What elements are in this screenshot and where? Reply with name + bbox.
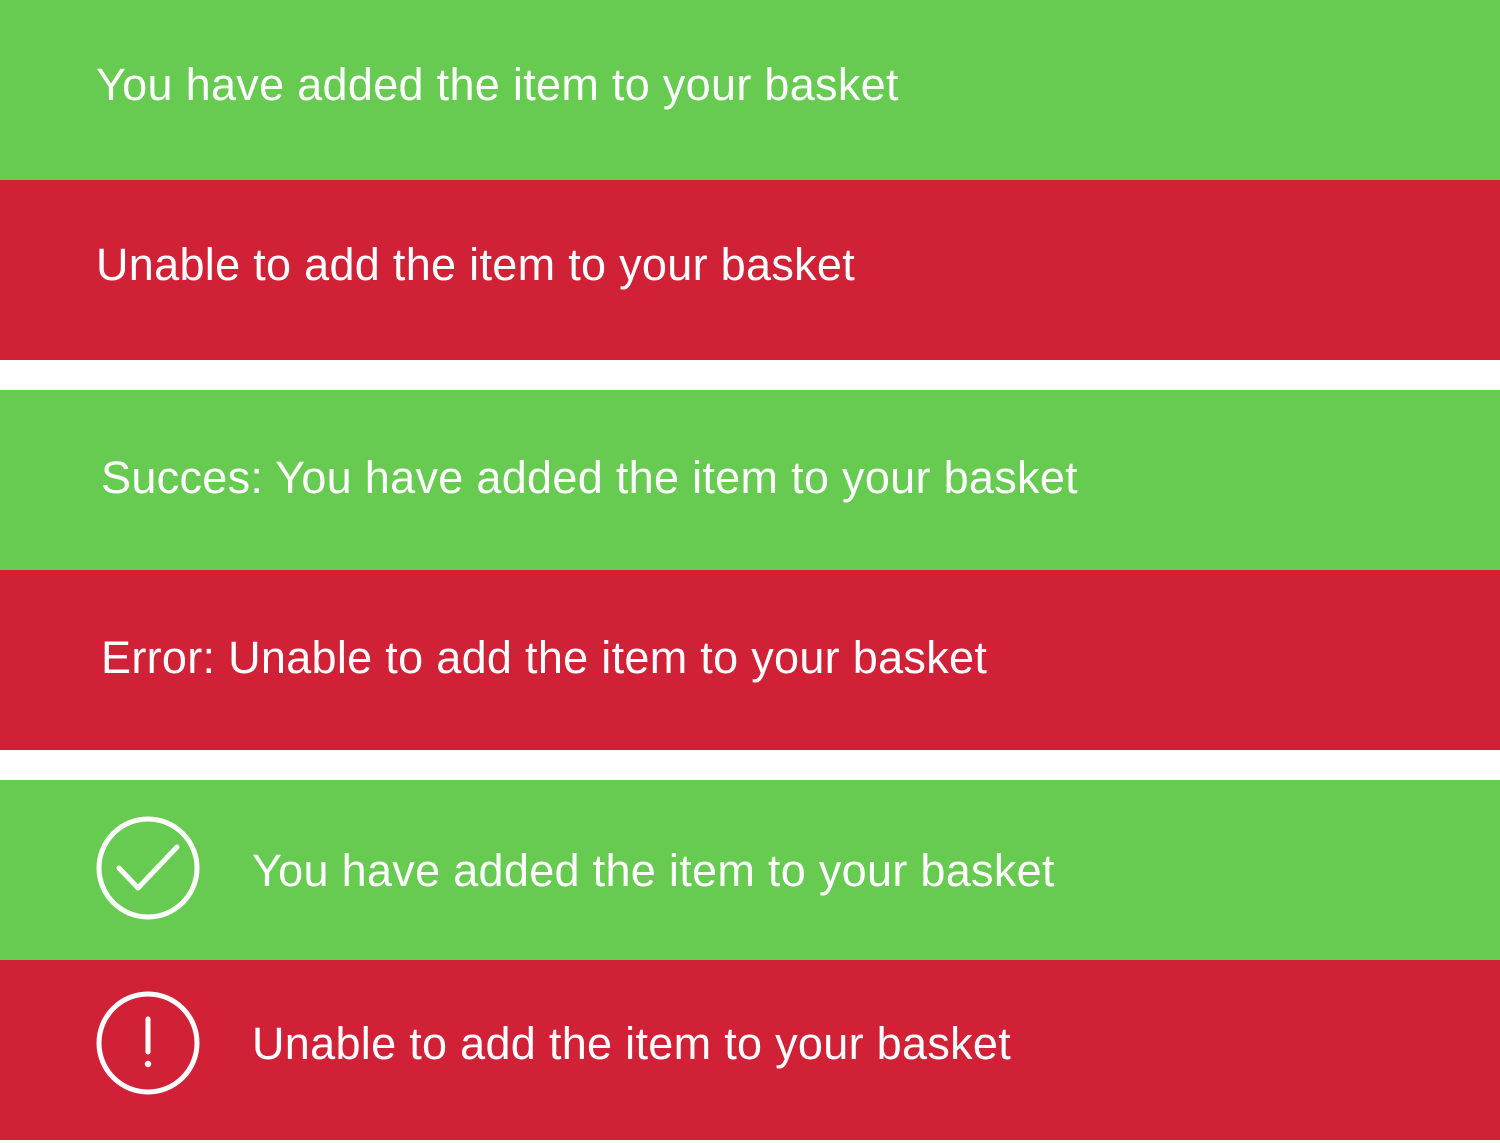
error-message: Unable to add the item to your basket xyxy=(96,239,856,290)
exclamation-circle-icon xyxy=(96,991,200,1095)
success-message-prefixed: Succes: You have added the item to your … xyxy=(101,451,1078,503)
success-message-with-icon: You have added the item to your basket xyxy=(252,845,1055,896)
check-circle-icon xyxy=(96,816,200,920)
success-banner-plain: You have added the item to your basket xyxy=(0,0,1500,180)
error-banner-prefixed: Error: Unable to add the item to your ba… xyxy=(0,570,1500,750)
success-banner-with-icon: You have added the item to your basket xyxy=(0,780,1500,960)
error-banner-plain: Unable to add the item to your basket xyxy=(0,180,1500,360)
success-banner-prefixed: Succes: You have added the item to your … xyxy=(0,390,1500,570)
error-message-prefixed: Error: Unable to add the item to your ba… xyxy=(101,631,988,683)
error-message-with-icon: Unable to add the item to your basket xyxy=(252,1018,1012,1069)
notification-examples-page: You have added the item to your basket U… xyxy=(0,0,1500,1143)
error-banner-with-icon: Unable to add the item to your basket xyxy=(0,960,1500,1140)
success-message: You have added the item to your basket xyxy=(96,59,899,110)
